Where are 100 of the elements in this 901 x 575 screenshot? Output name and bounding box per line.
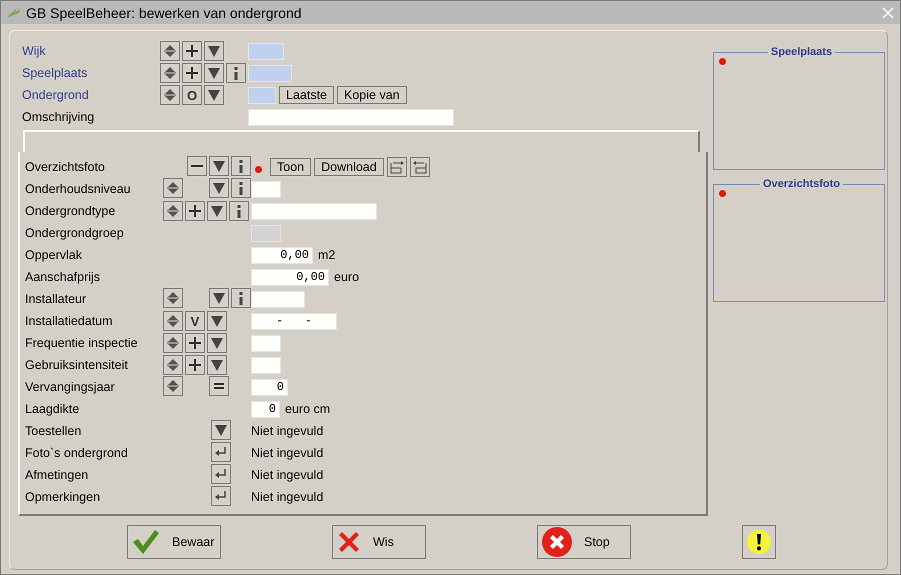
equals-icon [214,383,224,389]
equals-button[interactable] [209,376,229,396]
cross-icon [337,530,361,554]
input-field[interactable]: - - [251,312,337,330]
dropdown-arrow-icon [211,205,223,217]
plus-icon [189,359,201,371]
dropdown-button[interactable] [207,355,227,375]
input-field[interactable] [248,42,284,60]
input-field[interactable]: 0,00 [251,268,329,286]
warning-icon [747,527,771,557]
up-down-arrows-icon [166,314,180,328]
dropdown-arrow-icon [211,315,223,327]
action-button[interactable]: Download [314,158,384,176]
dropdown-arrow-icon [213,160,225,172]
field-label: Installatiedatum [25,314,114,328]
field-label: Foto`s ondergrond [25,446,129,460]
spin-button[interactable] [163,333,183,353]
field-label: Omschrijving [22,110,96,124]
info-button[interactable] [229,201,249,221]
input-field[interactable]: 0 [251,378,288,396]
spin-button[interactable] [160,63,180,83]
info-button[interactable] [231,178,251,198]
info-icon [234,66,238,80]
dropdown-button[interactable] [209,156,229,176]
dropdown-button[interactable] [204,63,224,83]
status-text: Niet ingevuld [251,446,324,460]
add-button[interactable] [182,41,202,61]
input-field[interactable] [248,108,454,126]
dropdown-button[interactable] [207,201,227,221]
leaf-icon [5,6,21,18]
dropdown-button[interactable] [209,178,229,198]
action-button[interactable]: Toon [270,158,312,176]
plus-icon [186,67,198,79]
input-field[interactable] [248,86,276,104]
spin-button[interactable] [163,201,183,221]
dropdown-arrow-icon [211,337,223,349]
field-label: Wijk [22,44,47,58]
window-title: GB SpeelBeheer: bewerken van ondergrond [26,4,303,20]
up-down-arrows-icon [166,204,180,218]
field-label: Ondergrond [22,88,90,102]
field-label: Afmetingen [25,468,90,482]
open-button[interactable] [211,464,231,484]
spin-button[interactable] [163,288,183,308]
field-label: Gebruiksintensiteit [25,358,129,372]
input-field[interactable] [251,180,281,198]
input-field[interactable] [251,202,377,220]
stop-button[interactable]: Stop [537,525,631,559]
add-button[interactable] [182,63,202,83]
input-field[interactable]: 0 [251,400,280,418]
field-label: Speelplaats [22,66,88,80]
info-button[interactable] [231,288,251,308]
open-button[interactable] [211,442,231,462]
info-button[interactable] [231,156,251,176]
import-button[interactable] [410,157,430,177]
field-label: Ondergrondgroep [25,226,125,240]
warning-button[interactable] [742,525,776,559]
export-button[interactable] [386,157,407,177]
letter-button[interactable]: O [182,85,202,105]
spin-button[interactable] [160,85,180,105]
minus-icon [191,165,203,167]
dropdown-button[interactable] [207,311,227,331]
action-button[interactable]: Laatste [279,86,334,104]
spin-button[interactable] [163,178,183,198]
spin-button[interactable] [163,355,183,375]
save-button[interactable]: Bewaar [127,525,221,559]
clear-button[interactable]: Wis [332,525,426,559]
info-button[interactable] [226,63,246,83]
open-button[interactable] [211,486,231,506]
add-button[interactable] [185,201,205,221]
field-label: Laagdikte [25,402,80,416]
up-down-arrows-icon [163,44,177,58]
input-field[interactable]: 0,00 [251,246,313,264]
dropdown-button[interactable] [207,333,227,353]
unit-label: euro cm [285,402,330,416]
spin-button[interactable] [160,41,180,61]
letter-button[interactable]: V [185,311,205,331]
action-button[interactable]: Kopie van [337,86,407,104]
up-down-arrows-icon [163,66,177,80]
field-label: Opmerkingen [25,490,102,504]
add-button[interactable] [185,355,205,375]
dropdown-button[interactable] [211,420,231,440]
stop-icon [542,527,572,557]
dropdown-button[interactable] [209,288,229,308]
input-field[interactable] [251,290,305,308]
add-button[interactable] [185,333,205,353]
input-field[interactable] [251,356,281,374]
status-text: Niet ingevuld [251,424,324,438]
input-field[interactable] [248,64,292,82]
input-field[interactable] [251,334,281,352]
spin-button[interactable] [163,376,183,396]
dropdown-arrow-icon [215,424,227,436]
enter-arrow-icon [215,491,227,501]
field-label: Oppervlak [25,248,83,262]
dropdown-button[interactable] [204,85,224,105]
spin-button[interactable] [163,311,183,331]
field-label: Aanschafprijs [25,270,102,284]
dropdown-arrow-icon [213,182,225,194]
remove-button[interactable] [187,156,207,176]
dropdown-button[interactable] [204,41,224,61]
field-label: Frequentie inspectie [25,336,139,350]
